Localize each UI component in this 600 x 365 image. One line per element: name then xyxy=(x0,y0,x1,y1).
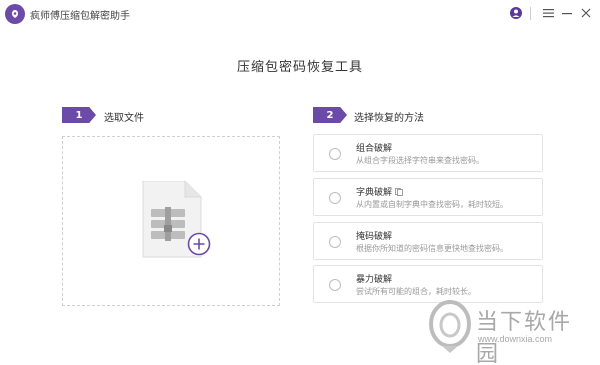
method-radio[interactable] xyxy=(329,279,341,291)
step-1-number: 1 xyxy=(75,109,83,121)
step-2-label: 选择恢复的方法 xyxy=(354,113,424,124)
method-card-brute-force[interactable]: 暴力破解 尝试所有可能的组合，耗时较长。 xyxy=(313,265,543,303)
title-bar: 疯师傅压缩包解密助手 xyxy=(0,0,600,28)
close-icon[interactable] xyxy=(577,4,595,22)
method-radio[interactable] xyxy=(329,192,341,204)
method-title: 暴力破解 xyxy=(356,275,393,285)
method-title: 掩码破解 xyxy=(356,232,393,242)
account-icon[interactable] xyxy=(507,4,525,22)
step-2-number: 2 xyxy=(326,109,334,121)
method-title: 字典破解 xyxy=(356,188,393,198)
method-description: 尝试所有可能的组合，耗时较长。 xyxy=(356,287,476,296)
method-radio[interactable] xyxy=(329,236,341,248)
method-radio[interactable] xyxy=(329,148,341,160)
minimize-icon[interactable] xyxy=(558,4,576,22)
dictionary-file-icon[interactable] xyxy=(395,187,403,196)
step-1-badge: 1 xyxy=(62,107,96,123)
watermark: 当下软件园 www.downxia.com xyxy=(428,300,594,365)
app-logo-icon xyxy=(5,4,25,24)
menu-icon[interactable] xyxy=(539,4,557,22)
watermark-logo-icon xyxy=(429,300,471,353)
watermark-url: www.downxia.com xyxy=(478,334,553,344)
file-drop-zone[interactable] xyxy=(62,136,280,306)
method-description: 从组合字段选择字符串来查找密码。 xyxy=(356,156,484,165)
app-title: 疯师傅压缩包解密助手 xyxy=(30,11,130,22)
method-card-combination[interactable]: 组合破解 从组合字段选择字符串来查找密码。 xyxy=(313,134,543,172)
page-title: 压缩包密码恢复工具 xyxy=(236,60,363,75)
method-title: 组合破解 xyxy=(356,144,393,154)
method-card-dictionary[interactable]: 字典破解 从内置或自制字典中查找密码，耗时较短。 xyxy=(313,178,543,216)
method-description: 从内置或自制字典中查找密码，耗时较短。 xyxy=(356,200,508,209)
titlebar-separator xyxy=(530,7,531,20)
step-2-badge: 2 xyxy=(313,107,347,123)
method-title-row: 字典破解 xyxy=(356,185,403,198)
method-description: 根据你所知道的密码信息更快地查找密码。 xyxy=(356,244,508,253)
method-card-mask[interactable]: 掩码破解 根据你所知道的密码信息更快地查找密码。 xyxy=(313,222,543,260)
add-archive-file-icon[interactable] xyxy=(141,181,215,259)
step-1-label: 选取文件 xyxy=(104,113,144,124)
